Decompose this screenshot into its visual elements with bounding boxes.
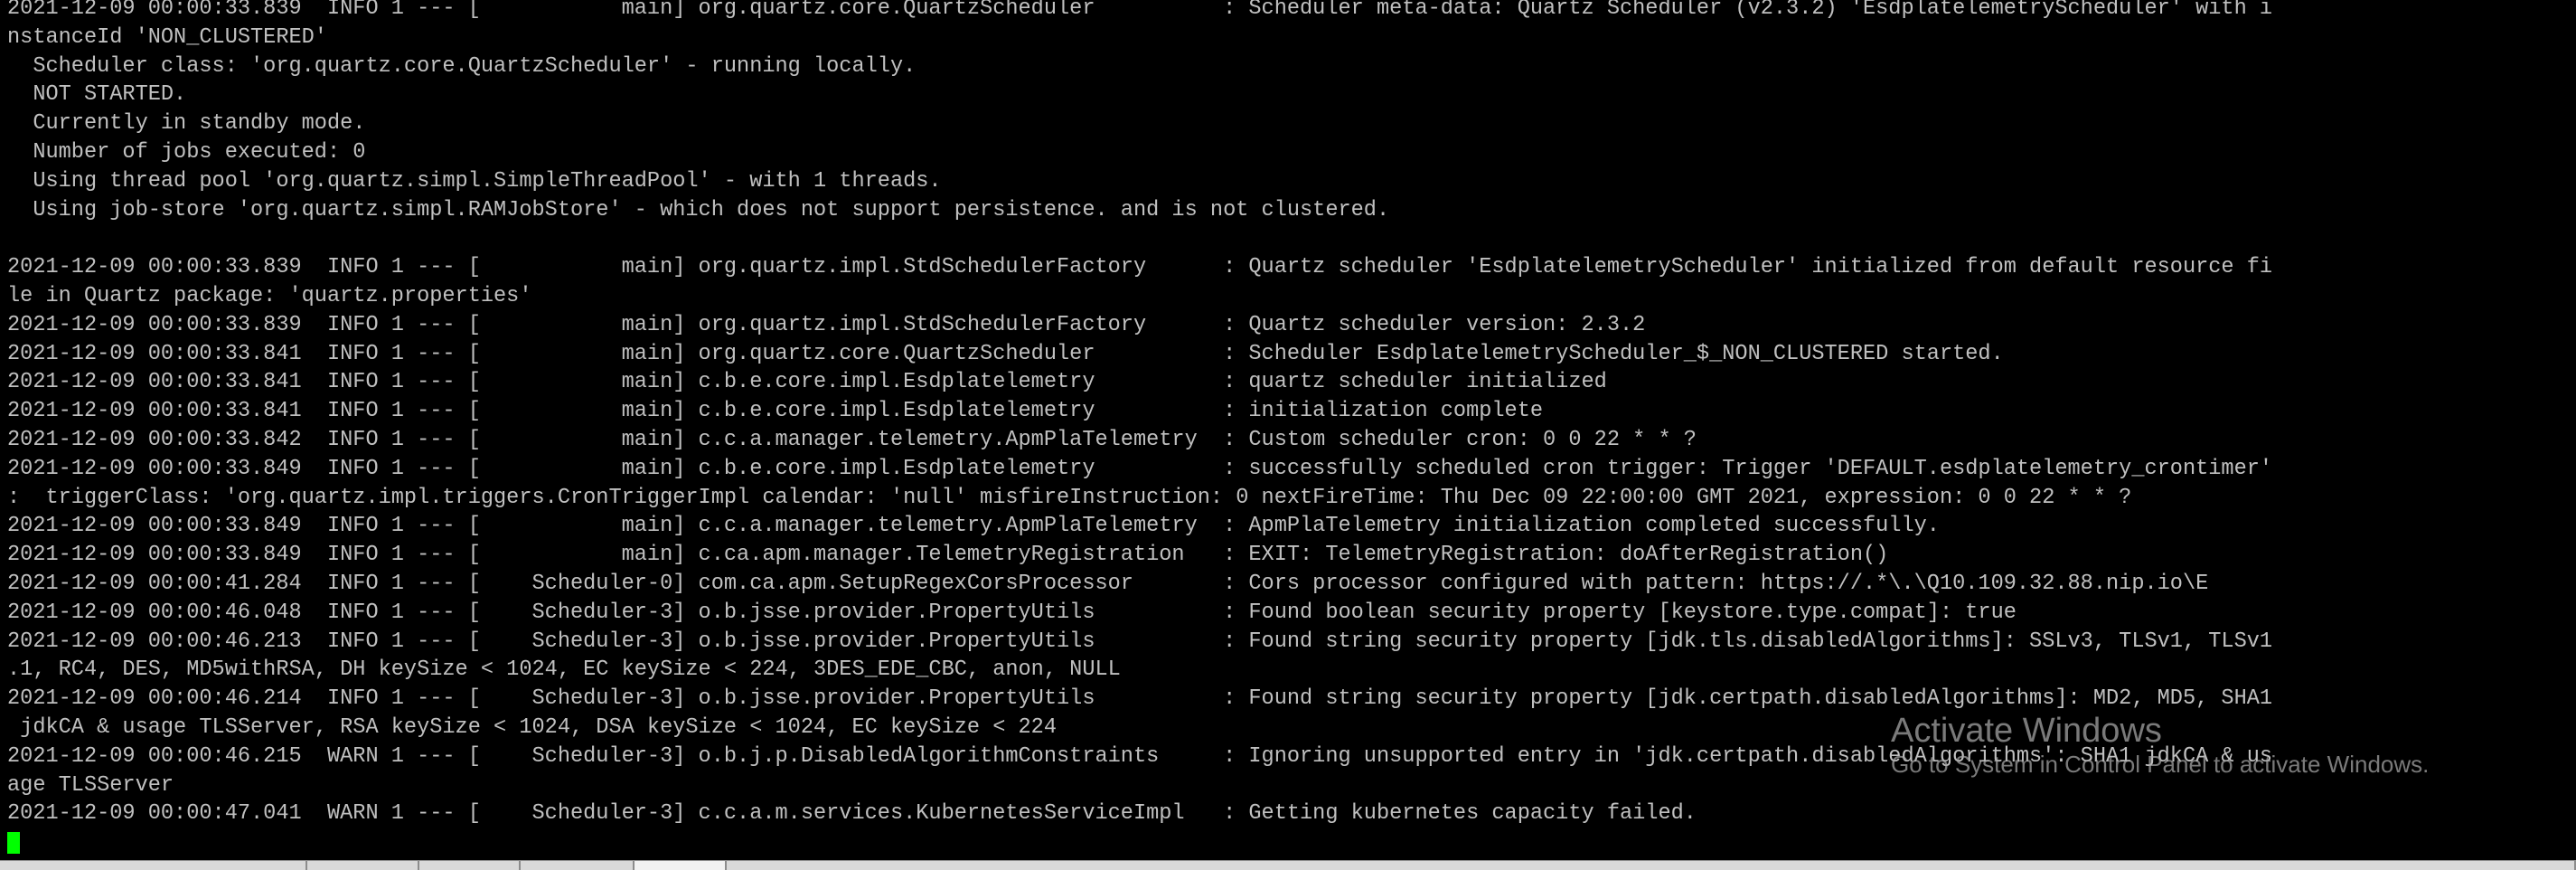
taskbar-segment[interactable]: [307, 861, 419, 870]
log-line: 2021-12-09 00:00:46.215 WARN 1 --- [ Sch…: [7, 743, 2273, 769]
log-line: 2021-12-09 00:00:33.842 INFO 1 --- [ mai…: [7, 427, 1697, 452]
log-line: NOT STARTED.: [7, 82, 187, 108]
taskbar-segment[interactable]: [521, 861, 635, 870]
log-line: Using thread pool 'org.quartz.simpl.Simp…: [7, 168, 942, 194]
log-line: Using job-store 'org.quartz.simpl.RAMJob…: [7, 197, 1390, 222]
log-line: Scheduler class: 'org.quartz.core.Quartz…: [7, 53, 917, 79]
log-line: 2021-12-09 00:00:41.284 INFO 1 --- [ Sch…: [7, 571, 2209, 596]
taskbar-segment-active[interactable]: [634, 861, 728, 870]
log-line: 2021-12-09 00:00:46.048 INFO 1 --- [ Sch…: [7, 600, 2017, 625]
log-line: 2021-12-09 00:00:33.839 INFO 1 --- [ mai…: [7, 255, 2273, 280]
log-line: Number of jobs executed: 0: [7, 139, 366, 165]
log-line: nstanceId 'NON_CLUSTERED': [7, 24, 327, 50]
terminal-output[interactable]: 2021-12-09 00:00:33.839 INFO 1 --- [ mai…: [7, 0, 2571, 854]
log-line: 2021-12-09 00:00:33.841 INFO 1 --- [ mai…: [7, 341, 2004, 366]
taskbar-segment[interactable]: [0, 861, 308, 870]
log-line: 2021-12-09 00:00:33.841 INFO 1 --- [ mai…: [7, 370, 1607, 395]
log-line: 2021-12-09 00:00:47.041 WARN 1 --- [ Sch…: [7, 801, 1697, 827]
taskbar-segment[interactable]: [727, 861, 2576, 870]
log-line: 2021-12-09 00:00:33.839 INFO 1 --- [ mai…: [7, 0, 2273, 21]
taskbar-segment[interactable]: [419, 861, 521, 870]
log-line: jdkCA & usage TLSServer, RSA keySize < 1…: [7, 714, 1058, 740]
terminal-window[interactable]: 2021-12-09 00:00:33.839 INFO 1 --- [ mai…: [0, 0, 2576, 870]
log-line: Currently in standby mode.: [7, 111, 366, 137]
log-line: 2021-12-09 00:00:46.214 INFO 1 --- [ Sch…: [7, 686, 2273, 712]
log-line: 2021-12-09 00:00:33.849 INFO 1 --- [ mai…: [7, 543, 1889, 568]
text-cursor: [7, 832, 20, 854]
prompt-line[interactable]: [7, 828, 2571, 854]
log-line: 2021-12-09 00:00:33.841 INFO 1 --- [ mai…: [7, 399, 1544, 424]
log-line: .1, RC4, DES, MD5withRSA, DH keySize < 1…: [7, 657, 1121, 683]
log-line: 2021-12-09 00:00:33.849 INFO 1 --- [ mai…: [7, 514, 1940, 539]
log-line: 2021-12-09 00:00:46.213 INFO 1 --- [ Sch…: [7, 629, 2273, 654]
log-line: 2021-12-09 00:00:33.839 INFO 1 --- [ mai…: [7, 312, 1646, 337]
log-line: le in Quartz package: 'quartz.properties…: [7, 283, 532, 308]
taskbar-strip: [0, 860, 2576, 870]
log-line: : triggerClass: 'org.quartz.impl.trigger…: [7, 485, 2132, 510]
log-line: 2021-12-09 00:00:33.849 INFO 1 --- [ mai…: [7, 456, 2273, 481]
log-line: age TLSServer: [7, 772, 174, 798]
